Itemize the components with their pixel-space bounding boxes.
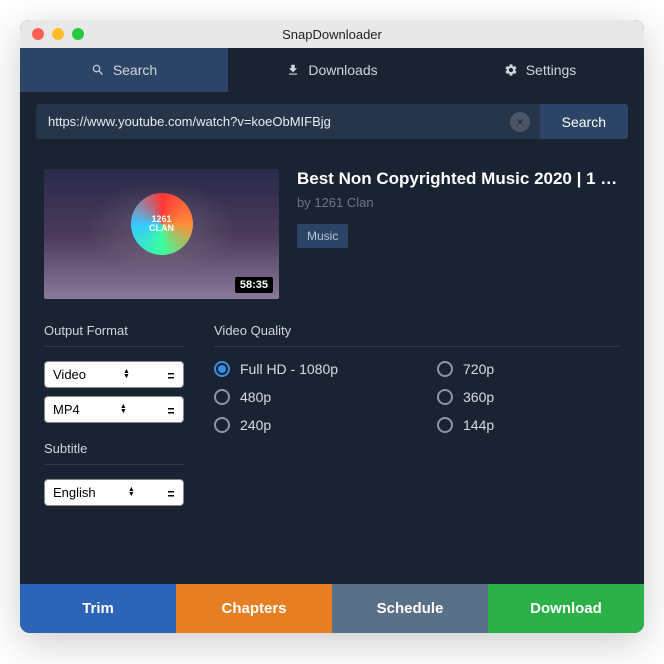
radio-icon — [214, 361, 230, 377]
video-title: Best Non Copyrighted Music 2020 | 1 Hour… — [297, 169, 620, 189]
url-input[interactable] — [36, 104, 510, 139]
quality-option-label: Full HD - 1080p — [240, 361, 338, 377]
search-button[interactable]: Search — [540, 104, 628, 139]
format-container-select[interactable]: MP4 ▲▼ — [44, 396, 184, 423]
divider — [214, 346, 620, 347]
format-label: Output Format — [44, 323, 184, 338]
tab-label: Downloads — [308, 62, 377, 78]
tab-downloads[interactable]: Downloads — [228, 48, 436, 92]
tab-label: Settings — [526, 62, 577, 78]
radio-icon — [437, 417, 453, 433]
quality-option-label: 720p — [463, 361, 494, 377]
radio-icon — [214, 417, 230, 433]
chevron-updown-icon: ▲▼ — [123, 370, 130, 380]
close-icon — [515, 117, 525, 127]
quality-option-label: 360p — [463, 389, 494, 405]
chevron-updown-icon: ▲▼ — [128, 488, 135, 498]
window-title: SnapDownloader — [282, 27, 382, 42]
quality-option-label: 144p — [463, 417, 494, 433]
quality-option-label: 240p — [240, 417, 271, 433]
quality-option[interactable]: Full HD - 1080p — [214, 361, 397, 377]
chapters-button[interactable]: Chapters — [176, 584, 332, 633]
quality-option[interactable]: 720p — [437, 361, 620, 377]
action-bar: Trim Chapters Schedule Download — [20, 584, 644, 633]
quality-option[interactable]: 240p — [214, 417, 397, 433]
quality-label: Video Quality — [214, 323, 620, 338]
subtitle-select[interactable]: English ▲▼ — [44, 479, 184, 506]
quality-grid: Full HD - 1080p 720p 480p 360p 240p 144p — [214, 361, 620, 433]
divider — [44, 464, 184, 465]
schedule-button[interactable]: Schedule — [332, 584, 488, 633]
quality-option[interactable]: 360p — [437, 389, 620, 405]
trim-button[interactable]: Trim — [20, 584, 176, 633]
radio-icon — [214, 389, 230, 405]
video-duration: 58:35 — [235, 277, 273, 293]
tab-label: Search — [113, 62, 157, 78]
video-result: 1261 CLAN 58:35 Best Non Copyrighted Mus… — [44, 169, 620, 299]
radio-icon — [437, 361, 453, 377]
video-tag[interactable]: Music — [297, 224, 348, 248]
minimize-icon[interactable] — [52, 28, 64, 40]
app-window: SnapDownloader Search Downloads Settings… — [20, 20, 644, 633]
subtitle-label: Subtitle — [44, 441, 184, 456]
format-type-select[interactable]: Video ▲▼ — [44, 361, 184, 388]
quality-option[interactable]: 144p — [437, 417, 620, 433]
radio-icon — [437, 389, 453, 405]
options-row: Output Format Video ▲▼ MP4 ▲▼ Subtitle E… — [44, 323, 620, 514]
download-icon — [286, 63, 300, 77]
tab-search[interactable]: Search — [20, 48, 228, 92]
divider — [44, 346, 184, 347]
traffic-lights — [32, 28, 84, 40]
video-info: Best Non Copyrighted Music 2020 | 1 Hour… — [297, 169, 620, 299]
quality-option[interactable]: 480p — [214, 389, 397, 405]
clear-button[interactable] — [510, 112, 530, 132]
gear-icon — [504, 63, 518, 77]
format-column: Output Format Video ▲▼ MP4 ▲▼ Subtitle E… — [44, 323, 184, 514]
video-author: by 1261 Clan — [297, 195, 620, 210]
video-thumbnail[interactable]: 1261 CLAN 58:35 — [44, 169, 279, 299]
thumbnail-logo: 1261 CLAN — [135, 197, 189, 251]
titlebar: SnapDownloader — [20, 20, 644, 48]
tab-settings[interactable]: Settings — [436, 48, 644, 92]
searchbar: Search — [20, 92, 644, 151]
search-input-wrap — [36, 104, 540, 139]
download-button[interactable]: Download — [488, 584, 644, 633]
close-icon[interactable] — [32, 28, 44, 40]
maximize-icon[interactable] — [72, 28, 84, 40]
quality-column: Video Quality Full HD - 1080p 720p 480p 360… — [214, 323, 620, 514]
main-tabs: Search Downloads Settings — [20, 48, 644, 92]
content: 1261 CLAN 58:35 Best Non Copyrighted Mus… — [20, 151, 644, 524]
quality-option-label: 480p — [240, 389, 271, 405]
chevron-updown-icon: ▲▼ — [120, 405, 127, 415]
search-icon — [91, 63, 105, 77]
